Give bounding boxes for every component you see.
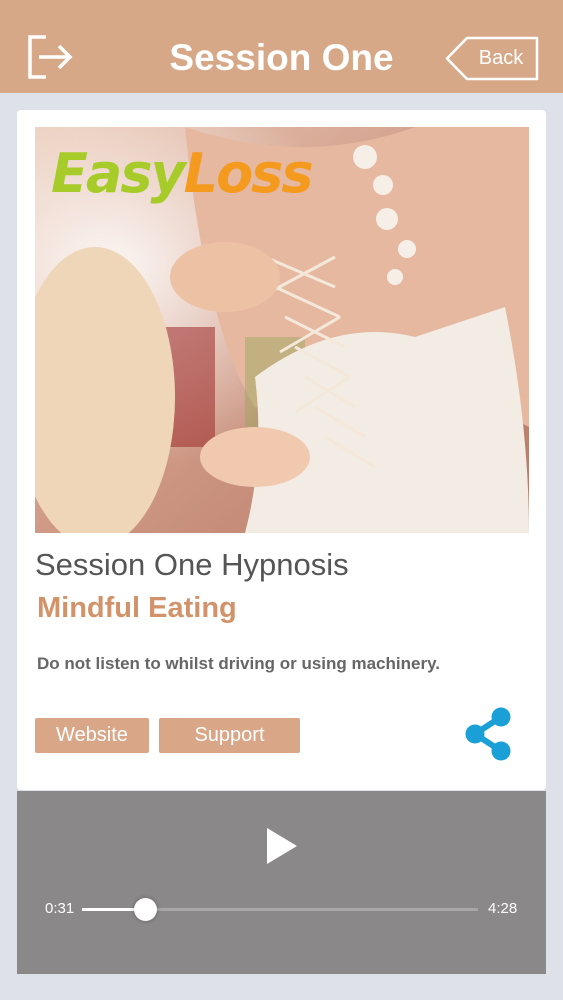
back-button[interactable]: Back xyxy=(445,36,539,81)
session-image: EasyLoss xyxy=(35,127,529,533)
support-button[interactable]: Support xyxy=(159,718,300,753)
app-header: Session One Back xyxy=(0,0,563,93)
back-button-label: Back xyxy=(478,47,524,69)
session-subtitle: Mindful Eating xyxy=(37,592,237,624)
audio-player: 0:31 4:28 xyxy=(17,791,546,974)
safety-warning: Do not listen to whilst driving or using… xyxy=(37,654,440,673)
session-card: EasyLoss Session One Hypnosis Mindful Ea… xyxy=(17,110,546,790)
current-time: 0:31 xyxy=(45,900,75,917)
play-icon[interactable] xyxy=(265,827,299,865)
share-icon[interactable] xyxy=(463,705,515,763)
easyloss-logo: EasyLoss xyxy=(51,142,313,205)
total-time: 4:28 xyxy=(488,900,518,917)
website-button[interactable]: Website xyxy=(35,718,149,753)
session-name: Session One Hypnosis xyxy=(35,547,349,582)
seek-bar[interactable] xyxy=(82,898,478,921)
seek-handle[interactable] xyxy=(134,898,158,921)
